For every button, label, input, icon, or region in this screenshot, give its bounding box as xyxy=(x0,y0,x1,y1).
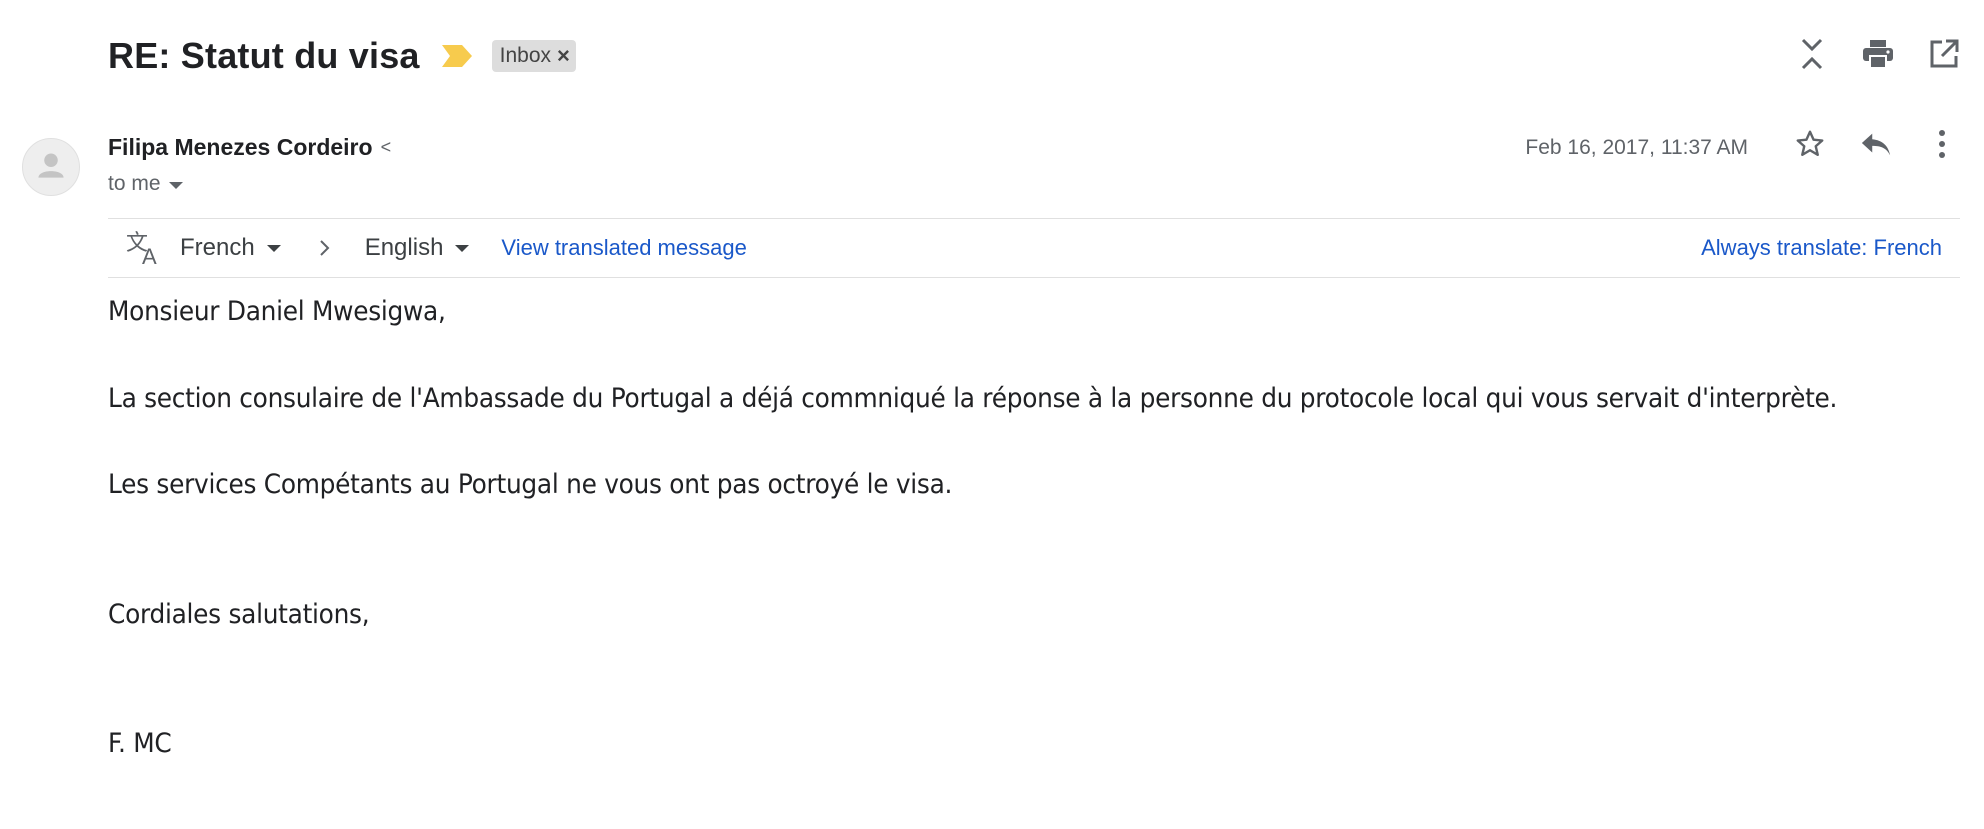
inbox-label-chip[interactable]: Inbox × xyxy=(491,40,576,72)
message-actions xyxy=(1794,128,1984,160)
target-language-label: English xyxy=(364,234,444,261)
sender-email-caret: < xyxy=(380,137,392,157)
importance-marker-icon[interactable] xyxy=(441,45,472,67)
sender-avatar[interactable] xyxy=(22,138,80,196)
dropdown-caret-icon xyxy=(266,244,281,252)
print-all-button[interactable] xyxy=(1862,38,1894,70)
dropdown-caret-icon xyxy=(455,244,470,252)
svg-text:A: A xyxy=(142,244,157,266)
label-text: Inbox xyxy=(499,44,552,67)
reply-icon xyxy=(1861,133,1891,156)
body-signature: F. MC xyxy=(108,728,172,759)
translation-bar: 文 A French English View translated messa… xyxy=(108,218,1960,278)
sender-line: Filipa Menezes Cordeiro < xyxy=(108,134,391,161)
recipient-details-toggle[interactable]: to me xyxy=(108,172,183,196)
body-paragraph-2: Les services Compétants au Portugal ne v… xyxy=(108,469,953,500)
message-date: Feb 16, 2017, 11:37 AM xyxy=(1525,136,1748,159)
recipient-text: to me xyxy=(108,172,161,195)
print-icon xyxy=(1863,40,1893,69)
view-translated-link[interactable]: View translated message xyxy=(501,235,746,261)
open-new-window-button[interactable] xyxy=(1928,38,1960,70)
remove-label-icon[interactable]: × xyxy=(557,45,570,67)
thread-actions xyxy=(1796,38,1960,70)
subject-row: RE: Statut du visa Inbox × xyxy=(108,28,576,84)
default-person-icon xyxy=(38,153,64,178)
collapse-all-icon xyxy=(1801,38,1823,70)
collapse-all-button[interactable] xyxy=(1796,38,1828,70)
source-language-label: French xyxy=(180,234,255,261)
body-greeting: Monsieur Daniel Mwesigwa, xyxy=(108,296,446,327)
chevron-down-icon xyxy=(168,181,183,189)
source-language-select[interactable]: French xyxy=(180,234,281,262)
open-in-new-icon xyxy=(1930,39,1959,68)
star-button[interactable] xyxy=(1794,128,1826,160)
email-subject: RE: Statut du visa xyxy=(108,35,420,76)
translate-icon: 文 A xyxy=(126,230,157,266)
body-paragraph-1: La section consulaire de l'Ambassade du … xyxy=(108,383,1838,414)
sender-name[interactable]: Filipa Menezes Cordeiro xyxy=(108,134,373,161)
chevron-right-icon xyxy=(319,240,330,256)
more-vert-icon xyxy=(1939,130,1945,158)
more-options-button[interactable] xyxy=(1926,128,1958,160)
star-icon xyxy=(1796,130,1824,156)
reply-button[interactable] xyxy=(1860,128,1892,160)
body-closing: Cordiales salutations, xyxy=(108,599,370,630)
target-language-select[interactable]: English xyxy=(365,234,470,262)
always-translate-link[interactable]: Always translate: French xyxy=(1701,235,1942,261)
